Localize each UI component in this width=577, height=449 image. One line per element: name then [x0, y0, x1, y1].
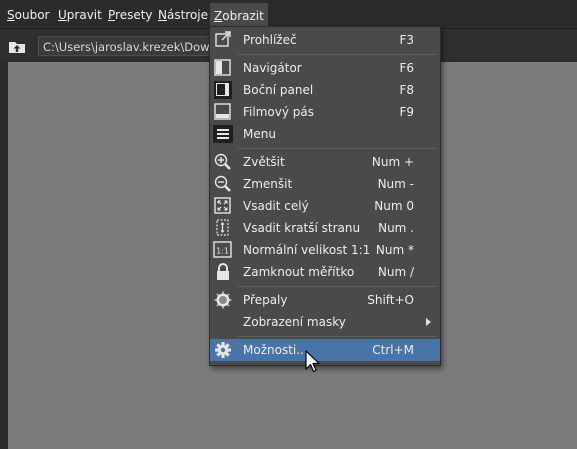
menu-item-vsadit-cely[interactable]: Vsadit celý Num 0 [210, 195, 440, 217]
menu-item-label: Zamknout měřítko [243, 265, 355, 279]
folder-up-icon[interactable] [8, 38, 26, 54]
navigator-panel-icon [214, 59, 231, 76]
menu-item-label: Vsadit kratší stranu [243, 221, 361, 235]
open-external-icon [215, 31, 231, 47]
actual-size-icon: 1:1 [213, 241, 232, 258]
shortcut-label: F9 [399, 105, 414, 119]
menu-item-label: Přepaly [243, 293, 288, 307]
submenu-arrow-icon [426, 318, 431, 326]
filmstrip-icon [214, 103, 231, 120]
menu-item-zmensit[interactable]: Zmenšit Num - [210, 173, 440, 195]
menu-separator [238, 54, 436, 55]
shortcut-label: Shift+O [367, 293, 414, 307]
one-to-one-text: 1:1 [216, 247, 229, 256]
menu-item-label: Zvětšit [243, 155, 285, 169]
menu-separator [238, 148, 436, 149]
fit-all-icon [214, 197, 231, 214]
menu-item-moznosti[interactable]: Možnosti... Ctrl+M [210, 339, 440, 361]
menu-item-label: Normální velikost 1:1 [243, 243, 371, 257]
menu-item-bocni-panel[interactable]: Boční panel F8 [210, 79, 440, 101]
menu-item-label: Prohlížeč [243, 33, 297, 47]
shortcut-label: Num * [375, 243, 414, 257]
menu-separator [238, 286, 436, 287]
left-edge [0, 62, 8, 449]
menu-item-prepaly[interactable]: Přepaly Shift+O [210, 289, 440, 311]
menu-separator [238, 336, 436, 337]
side-panel-icon [214, 81, 232, 99]
menu-item-label: Boční panel [243, 83, 314, 97]
menu-item-normalni-velikost[interactable]: 1:1 Normální velikost 1:1 Num * [210, 239, 440, 261]
shortcut-label: F3 [399, 33, 414, 47]
menu-item-menu[interactable]: Menu [210, 123, 440, 145]
menu-item-navigator[interactable]: Navigátor F6 [210, 57, 440, 79]
menu-presety[interactable]: Presety [108, 0, 153, 28]
menu-item-label: Filmový pás [243, 105, 314, 119]
shortcut-label: Num - [377, 177, 414, 191]
menu-item-vsadit-kratsi-stranu[interactable]: Vsadit kratší stranu Num . [210, 217, 440, 239]
zoom-in-icon [214, 153, 231, 170]
menu-item-label: Možnosti... [243, 343, 308, 357]
path-field[interactable]: C:\Users\jaroslav.krezek\Downlo [38, 36, 220, 56]
shortcut-label: F8 [399, 83, 414, 97]
shortcut-label: Ctrl+M [372, 343, 414, 357]
menu-item-label: Navigátor [243, 61, 302, 75]
menu-bar: Soubor Upravit Presety Nástroje Zobrazit [0, 0, 577, 29]
menu-soubor[interactable]: Soubor [7, 0, 49, 28]
menu-item-label: Zobrazení masky [243, 315, 346, 329]
zoom-out-icon [214, 175, 231, 192]
menu-item-prohlizec[interactable]: Prohlížeč F3 [210, 29, 440, 51]
menu-upravit[interactable]: Upravit [58, 0, 102, 28]
shortcut-label: Num 0 [374, 199, 414, 213]
menu-item-zamknout-meritko[interactable]: Zamknout měřítko Num / [210, 261, 440, 283]
shortcut-label: Num + [371, 155, 414, 169]
menu-item-filmovy-pas[interactable]: Filmový pás F9 [210, 101, 440, 123]
menu-item-zvetsit[interactable]: Zvětšit Num + [210, 151, 440, 173]
shortcut-label: Num . [378, 221, 414, 235]
menu-zobrazit[interactable]: Zobrazit [210, 3, 268, 27]
gear-icon [215, 342, 231, 358]
menu-nastroje[interactable]: Nástroje [158, 0, 208, 28]
menu-item-label: Zmenšit [243, 177, 293, 191]
overexposure-icon [214, 291, 232, 309]
zobrazit-dropdown-menu: Prohlížeč F3 Navigátor F6 Boční panel F8… [209, 26, 441, 366]
shortcut-label: F6 [399, 61, 414, 75]
menu-item-zobrazeni-masky[interactable]: Zobrazení masky [210, 311, 440, 333]
menu-item-label: Menu [243, 127, 276, 141]
menu-item-label: Vsadit celý [243, 199, 309, 213]
mouse-cursor-icon [305, 350, 320, 373]
shortcut-label: Num / [377, 265, 414, 279]
hamburger-menu-icon [213, 125, 233, 143]
lock-icon [217, 263, 229, 280]
fit-short-side-icon [216, 219, 229, 236]
